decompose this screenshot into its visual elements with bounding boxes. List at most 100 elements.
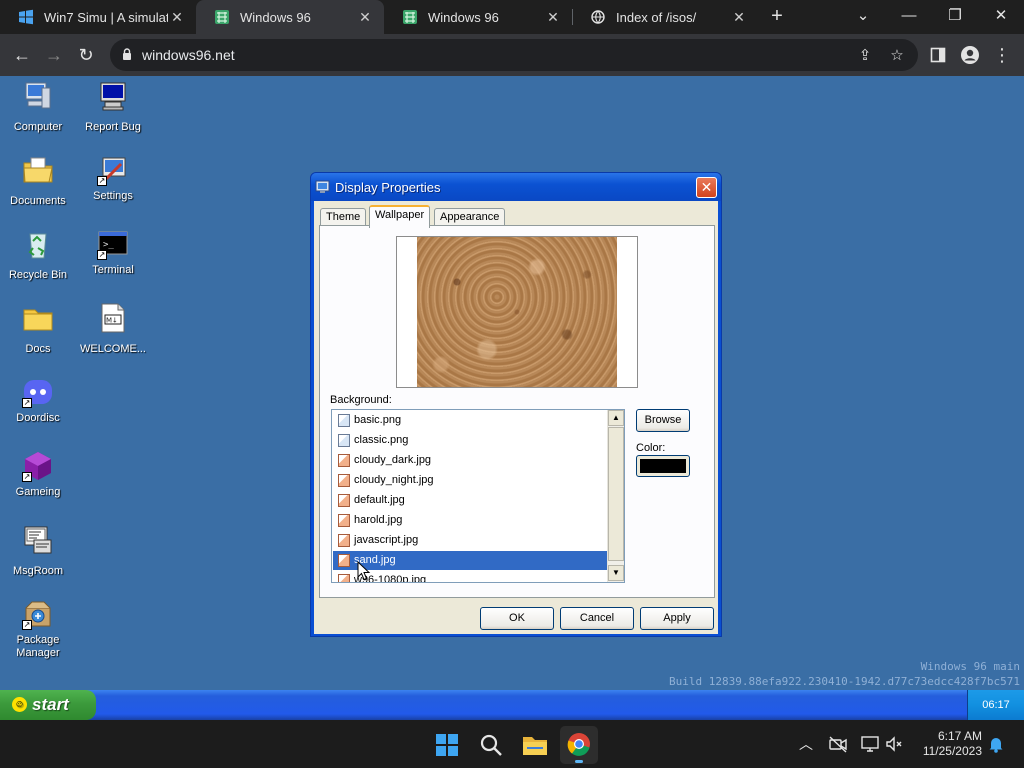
desktop-icon-terminal[interactable]: >_ ↗ Terminal xyxy=(75,228,151,277)
list-item[interactable]: w96-1080p.jpg xyxy=(333,571,607,582)
minimize-icon[interactable]: — xyxy=(897,4,921,28)
report-bug-icon xyxy=(100,82,126,111)
active-app-indicator xyxy=(575,760,583,763)
browser-tab-win7-simu[interactable]: Win7 Simu | A simulato ✕ xyxy=(0,0,196,34)
svg-text:M↓: M↓ xyxy=(106,317,118,325)
close-tab-icon[interactable]: ✕ xyxy=(730,9,748,26)
profile-icon[interactable] xyxy=(958,43,982,67)
window-close-button[interactable]: ✕ xyxy=(696,177,717,198)
shortcut-arrow-icon: ↗ xyxy=(22,398,32,408)
side-panel-icon[interactable] xyxy=(926,43,950,67)
url-text: windows96.net xyxy=(142,47,235,63)
start-button[interactable]: ☺ start xyxy=(0,690,96,720)
desktop-icon-label: Report Bug xyxy=(85,121,141,133)
tab-wallpaper[interactable]: Wallpaper xyxy=(369,205,431,228)
desktop-icon-documents[interactable]: Documents xyxy=(0,154,76,208)
close-tab-icon[interactable]: ✕ xyxy=(544,9,562,26)
close-tab-icon[interactable]: ✕ xyxy=(168,9,186,26)
back-arrow-icon[interactable]: ← xyxy=(10,43,34,67)
image-file-icon xyxy=(338,554,350,567)
desktop-icon-label: WELCOME... xyxy=(79,343,146,355)
sand-wallpaper-image xyxy=(417,237,617,387)
desktop-icon-docs[interactable]: Docs xyxy=(0,302,76,356)
os-clock[interactable]: 6:17 AM 11/25/2023 xyxy=(910,729,982,759)
menu-kebab-icon[interactable]: ⋮ xyxy=(990,43,1014,67)
ok-button[interactable]: OK xyxy=(480,607,554,630)
browser-tab-windows96-active[interactable]: Windows 96 ✕ xyxy=(196,0,384,34)
msgroom-icon xyxy=(24,526,52,554)
list-item-selected[interactable]: sand.jpg xyxy=(333,551,607,570)
restore-icon[interactable]: ❐ xyxy=(943,4,967,28)
clock-time: 6:17 AM xyxy=(937,729,982,743)
desktop-icon-label: Package Manager xyxy=(16,634,60,659)
chrome-icon[interactable] xyxy=(560,726,598,764)
color-swatch-fill xyxy=(640,459,686,473)
tab-search-chevron-icon[interactable]: ⌄ xyxy=(851,4,875,28)
tab-title: Windows 96 xyxy=(428,9,499,25)
background-file-list[interactable]: basic.png classic.png cloudy_dark.jpg cl… xyxy=(331,409,625,583)
mouse-cursor-icon xyxy=(357,561,371,581)
desktop-icon-welcome[interactable]: M↓ WELCOME... xyxy=(75,302,151,356)
color-picker-button[interactable] xyxy=(636,455,690,477)
scroll-down-arrow-icon[interactable]: ▼ xyxy=(608,565,624,581)
bookmark-star-icon[interactable]: ☆ xyxy=(888,47,906,65)
cancel-button[interactable]: Cancel xyxy=(560,607,634,630)
desktop-icon-msgroom[interactable]: MsgRoom xyxy=(0,524,76,578)
list-item[interactable]: default.jpg xyxy=(333,491,607,510)
address-bar[interactable]: windows96.net ⇪ ☆ xyxy=(110,39,918,71)
background-label: Background: xyxy=(330,394,392,406)
scroll-up-arrow-icon[interactable]: ▲ xyxy=(608,410,624,426)
windows-start-icon[interactable] xyxy=(428,726,466,764)
tab-appearance[interactable]: Appearance xyxy=(434,208,506,226)
list-scrollbar[interactable]: ▲ ▼ xyxy=(607,410,624,582)
tab-title: Win7 Simu | A simulato xyxy=(44,9,168,25)
list-item[interactable]: cloudy_dark.jpg xyxy=(333,451,607,470)
browser-tab-index-isos[interactable]: Index of /isos/ ✕ xyxy=(572,0,758,34)
new-tab-icon[interactable]: + xyxy=(766,6,788,28)
desktop-icon-computer[interactable]: Computer xyxy=(0,80,76,134)
list-item[interactable]: javascript.jpg xyxy=(333,531,607,550)
smiley-icon: ☺ xyxy=(12,697,27,712)
network-icon[interactable] xyxy=(860,734,880,754)
volume-muted-icon[interactable] xyxy=(884,734,904,754)
forward-arrow-icon[interactable]: → xyxy=(42,43,66,67)
markdown-file-icon: M↓ xyxy=(101,303,125,333)
desktop-icon-report-bug[interactable]: Report Bug xyxy=(75,80,151,134)
image-file-icon xyxy=(338,574,350,582)
documents-icon xyxy=(23,157,53,183)
w96-tray-clock[interactable]: 06:17 xyxy=(967,690,1024,720)
browser-tab-strip: Win7 Simu | A simulato ✕ Windows 96 ✕ Wi… xyxy=(0,0,1024,34)
desktop-icon-gameing[interactable]: ↗ Gameing xyxy=(0,450,76,499)
file-explorer-icon[interactable] xyxy=(516,726,554,764)
tab-theme[interactable]: Theme xyxy=(320,208,367,226)
chevron-up-icon[interactable]: ︿ xyxy=(796,734,816,754)
list-item[interactable]: harold.jpg xyxy=(333,511,607,530)
browse-button[interactable]: Browse xyxy=(636,409,690,432)
browser-tab-windows96[interactable]: Windows 96 ✕ xyxy=(384,0,572,34)
desktop-icon-package-manager[interactable]: ↗ Package Manager xyxy=(0,598,76,660)
search-icon[interactable] xyxy=(472,726,510,764)
list-item[interactable]: classic.png xyxy=(333,431,607,450)
camera-off-icon[interactable] xyxy=(828,734,848,754)
notification-bell-icon[interactable] xyxy=(986,734,1006,754)
desktop-icon-doordisc[interactable]: ↗ Doordisc xyxy=(0,376,76,425)
color-label: Color: xyxy=(636,442,666,454)
window-titlebar[interactable]: Display Properties ✕ xyxy=(311,173,721,201)
folder-icon xyxy=(23,309,53,331)
apply-button[interactable]: Apply xyxy=(640,607,714,630)
list-item[interactable]: basic.png xyxy=(333,411,607,430)
share-icon[interactable]: ⇪ xyxy=(856,47,874,65)
desktop-icon-label: Gameing xyxy=(15,486,61,498)
windows-logo-icon xyxy=(19,9,33,25)
desktop-icon-recycle-bin[interactable]: Recycle Bin xyxy=(0,228,76,282)
desktop-icon-label: Documents xyxy=(10,195,66,207)
reload-icon[interactable]: ↻ xyxy=(74,43,98,67)
desktop-icon-settings[interactable]: ↗ Settings xyxy=(75,154,151,203)
scroll-thumb[interactable] xyxy=(608,427,624,561)
desktop-icon-label: Computer xyxy=(13,121,63,133)
close-tab-icon[interactable]: ✕ xyxy=(356,9,374,26)
close-window-icon[interactable]: ✕ xyxy=(989,4,1013,28)
start-label: start xyxy=(32,695,69,714)
w96-taskbar: ☺ start 06:17 xyxy=(0,690,1024,720)
list-item[interactable]: cloudy_night.jpg xyxy=(333,471,607,490)
